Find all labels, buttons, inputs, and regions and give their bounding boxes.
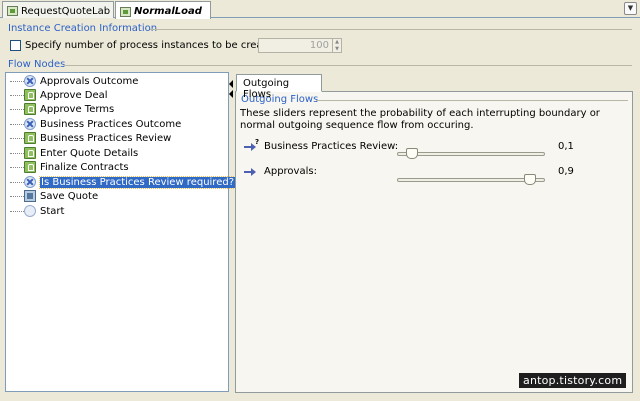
spinner-buttons: ▲ ▼ — [332, 39, 341, 52]
view-menu-button[interactable]: ▼ — [624, 2, 637, 15]
instances-value[interactable]: 100 — [259, 39, 332, 52]
specify-instances-checkbox[interactable] — [10, 40, 21, 51]
process-icon — [7, 6, 18, 16]
tree-item-label: Approve Deal — [40, 89, 108, 101]
editor-tab-strip: RequestQuoteLab NormalLoad ▼ — [0, 0, 640, 19]
user-task-icon — [24, 161, 36, 173]
splitter-collapse-icon[interactable] — [229, 90, 233, 98]
specify-instances-label: Specify number of process instances to b… — [25, 40, 279, 51]
user-task-icon — [24, 147, 36, 159]
tree-item-label: Is Business Practices Review required? — [38, 175, 237, 189]
watermark: antop.tistory.com — [519, 373, 627, 388]
tree-item[interactable]: Business Practices Review — [6, 131, 171, 145]
instances-spinner[interactable]: 100 ▲ ▼ — [258, 38, 342, 53]
business-practices-review-slider-track[interactable] — [397, 152, 545, 156]
business-practices-review-value: 0,1 — [558, 141, 574, 152]
user-task-icon — [24, 103, 36, 115]
script-task-icon — [24, 190, 36, 202]
flow-nodes-tree[interactable]: Approvals Outcome Approve Deal Approve T… — [5, 72, 237, 392]
tree-item[interactable]: Save Quote — [6, 189, 98, 203]
tree-item-label: Approvals Outcome — [40, 75, 139, 87]
tree-item[interactable]: Enter Quote Details — [6, 146, 138, 160]
tab-outgoing-flows[interactable]: Outgoing Flows — [236, 74, 322, 100]
approvals-slider-thumb[interactable] — [524, 174, 537, 185]
tree-item-label: Finalize Contracts — [40, 161, 129, 173]
outgoing-flows-description: These sliders represent the probability … — [240, 108, 600, 131]
gateway-icon — [24, 118, 36, 130]
tree-item-label: Start — [40, 205, 65, 217]
start-event-icon — [24, 205, 36, 217]
tree-item-selected[interactable]: Is Business Practices Review required? — [6, 175, 237, 189]
tab-request-quote-lab[interactable]: RequestQuoteLab — [2, 1, 114, 18]
slider-label-text: Approvals: — [264, 166, 317, 177]
splitter-collapse-icon[interactable] — [229, 80, 233, 88]
user-task-icon — [24, 89, 36, 101]
gateway-icon — [24, 75, 36, 87]
slider-label-text: Business Practices Review: — [264, 141, 399, 152]
tree-item-label: Approve Terms — [40, 103, 115, 115]
flow-nodes-title: Flow Nodes — [8, 59, 69, 70]
spin-down-icon[interactable]: ▼ — [333, 46, 341, 53]
load-icon — [120, 6, 131, 17]
section-divider — [64, 65, 632, 66]
tree-item[interactable]: Start — [6, 204, 64, 218]
specify-instances-row: Specify number of process instances to b… — [10, 40, 279, 51]
section-divider — [150, 29, 632, 30]
tree-item-label: Save Quote — [40, 190, 99, 202]
tree-item-label: Enter Quote Details — [40, 147, 139, 159]
section-divider — [316, 100, 628, 101]
tab-normal-load[interactable]: NormalLoad — [115, 1, 211, 19]
sequence-flow-icon — [244, 167, 256, 177]
business-practices-review-slider-thumb[interactable] — [405, 148, 418, 159]
conditional-flow-icon: ? — [244, 138, 259, 152]
tab-label: RequestQuoteLab — [21, 5, 111, 17]
approvals-value: 0,9 — [558, 166, 574, 177]
tree-item[interactable]: Finalize Contracts — [6, 160, 129, 174]
slider-label-business-practices-review: ? Business Practices Review: — [244, 138, 399, 152]
outgoing-flows-panel — [235, 91, 633, 393]
tree-item[interactable]: Approvals Outcome — [6, 74, 138, 88]
tree-item[interactable]: Approve Deal — [6, 88, 108, 102]
slider-label-approvals: Approvals: — [244, 166, 317, 177]
instance-creation-title: Instance Creation Information — [8, 23, 161, 34]
user-task-icon — [24, 132, 36, 144]
gateway-icon — [24, 176, 36, 188]
tree-item-label: Business Practices Review — [40, 132, 172, 144]
approvals-slider-track[interactable] — [397, 178, 545, 182]
tree-item[interactable]: Business Practices Outcome — [6, 117, 181, 131]
tree-item[interactable]: Approve Terms — [6, 102, 114, 116]
tab-label: NormalLoad — [134, 6, 202, 17]
tree-item-label: Business Practices Outcome — [40, 118, 182, 130]
